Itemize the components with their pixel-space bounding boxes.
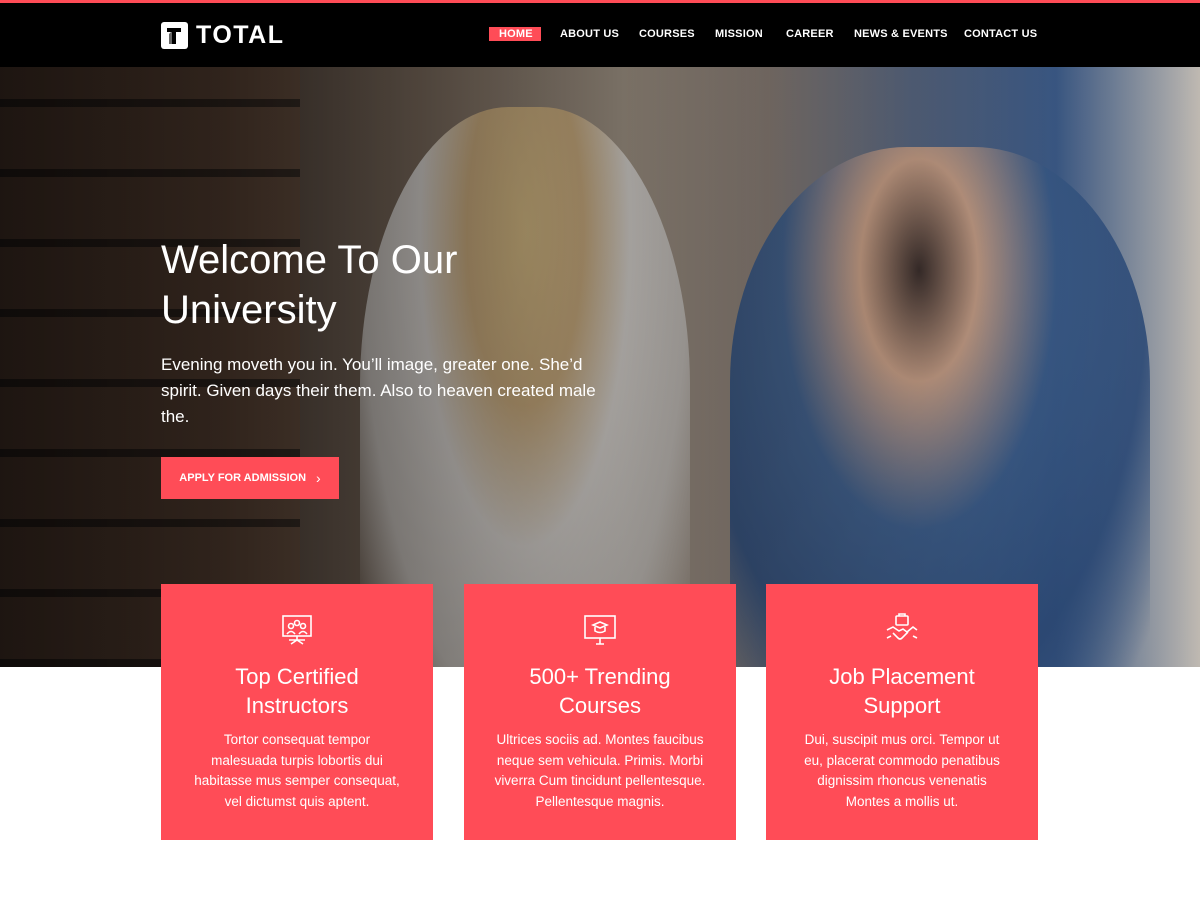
hero-title: Welcome To Our University bbox=[161, 235, 601, 335]
feature-title-line2: Courses bbox=[559, 693, 641, 718]
feature-description: Ultrices sociis ad. Montes faucibus nequ… bbox=[494, 732, 706, 809]
nav-item-about-us[interactable]: ABOUT US bbox=[560, 27, 619, 41]
feature-card-courses: 500+ Trending Courses Ultrices sociis ad… bbox=[464, 584, 736, 840]
handshake-briefcase-icon bbox=[886, 613, 918, 640]
nav-item-home[interactable]: HOME bbox=[489, 27, 541, 41]
feature-title: Top Certified Instructors bbox=[161, 662, 433, 720]
feature-card-instructors: Top Certified Instructors Tortor consequ… bbox=[161, 584, 433, 840]
feature-title-line1: Job Placement bbox=[829, 664, 975, 689]
apply-button-label: APPLY FOR ADMISSION bbox=[179, 472, 307, 484]
feature-description: Dui, suscipit mus orci. Tempor ut eu, pl… bbox=[804, 732, 1000, 809]
graduation-monitor-icon bbox=[584, 615, 616, 645]
site-header: TOTAL HOME ABOUT US COURSES MISSION CARE… bbox=[0, 3, 1200, 67]
feature-description: Tortor consequat tempor malesuada turpis… bbox=[194, 732, 400, 809]
feature-card-job-placement: Job Placement Support Dui, suscipit mus … bbox=[766, 584, 1038, 840]
feature-title-line2: Instructors bbox=[245, 693, 349, 718]
hero-title-line1: Welcome To Our bbox=[161, 238, 458, 282]
chevron-right-icon: › bbox=[316, 470, 321, 486]
nav-item-courses[interactable]: COURSES bbox=[639, 27, 695, 41]
nav-item-mission[interactable]: MISSION bbox=[715, 27, 763, 41]
presentation-icon bbox=[282, 615, 312, 645]
apply-for-admission-button[interactable]: APPLY FOR ADMISSION › bbox=[161, 457, 339, 499]
hero-description: Evening moveth you in. You’ll image, gre… bbox=[161, 355, 596, 426]
feature-title-line1: Top Certified bbox=[235, 664, 359, 689]
feature-title: Job Placement Support bbox=[766, 662, 1038, 720]
hero-title-line2: University bbox=[161, 288, 337, 332]
feature-title-line2: Support bbox=[863, 693, 941, 718]
feature-title: 500+ Trending Courses bbox=[464, 662, 736, 720]
nav-item-contact-us[interactable]: CONTACT US bbox=[964, 27, 1037, 41]
hero-banner: Welcome To Our University Evening moveth… bbox=[0, 67, 1200, 667]
nav-item-news-events[interactable]: NEWS & EVENTS bbox=[854, 27, 948, 41]
nav-item-career[interactable]: CAREER bbox=[786, 27, 834, 41]
main-nav: HOME ABOUT US COURSES MISSION CAREER NEW… bbox=[0, 27, 1200, 47]
feature-title-line1: 500+ Trending bbox=[529, 664, 671, 689]
